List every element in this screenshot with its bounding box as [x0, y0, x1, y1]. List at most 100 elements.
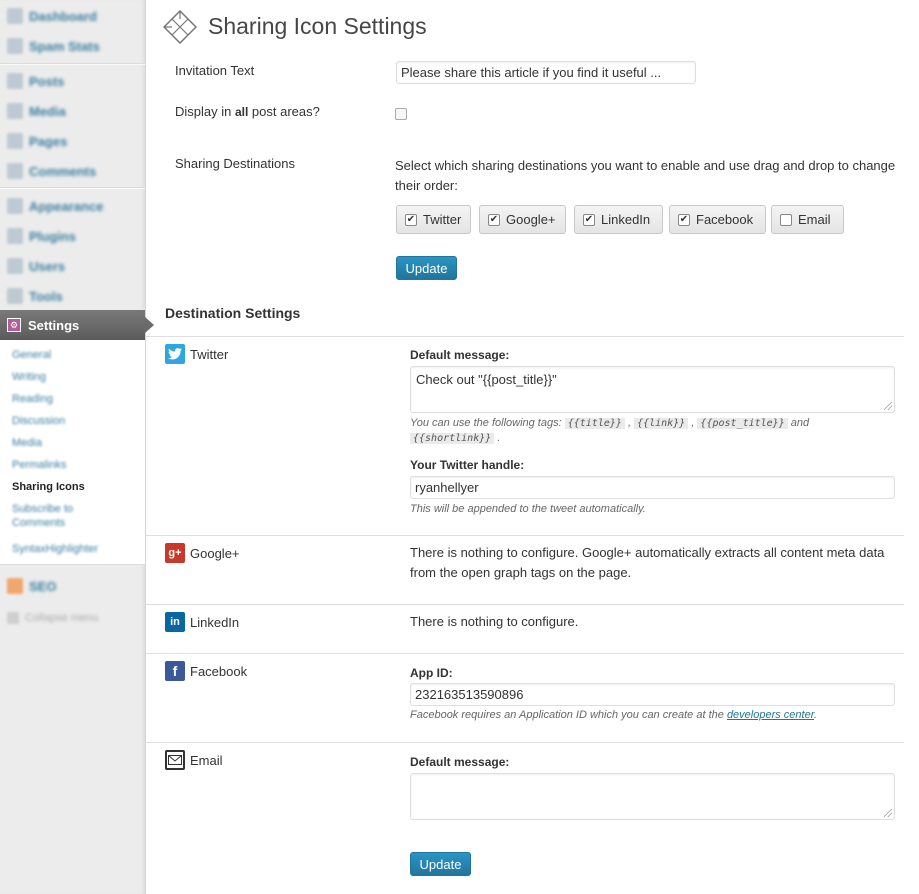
twitter-handle-input[interactable]	[410, 476, 895, 499]
twitter-handle-label: Your Twitter handle:	[410, 458, 525, 472]
menu-label: Users	[29, 258, 66, 274]
menu-item-comments[interactable]: Comments	[0, 156, 145, 186]
submenu-item-discussion[interactable]: Discussion	[12, 414, 65, 428]
destination-settings-heading: Destination Settings	[165, 305, 301, 321]
invitation-text-input[interactable]	[396, 61, 696, 84]
menu-separator	[0, 63, 145, 65]
pin-icon	[7, 73, 23, 89]
appearance-icon	[7, 198, 23, 214]
submenu-item-reading[interactable]: Reading	[12, 392, 53, 406]
destination-label: Google+	[506, 212, 556, 227]
menu-label: Dashboard	[29, 8, 97, 24]
divider	[146, 535, 904, 536]
divider	[146, 653, 904, 654]
destination-chip-facebook[interactable]: ✔ Facebook	[669, 205, 766, 234]
twitter-default-message-value: Check out "{{post_title}}"	[416, 372, 557, 387]
destination-checkbox-facebook[interactable]: ✔	[678, 213, 690, 226]
display-all-label-bold: all	[234, 105, 249, 119]
page-title: Sharing Icon Settings	[208, 13, 427, 39]
update-button-top[interactable]: Update	[396, 256, 457, 280]
menu-item-users[interactable]: Users	[0, 251, 145, 281]
comments-icon	[7, 163, 23, 179]
tags-and: and	[790, 417, 810, 429]
facebook-icon: f	[165, 661, 185, 681]
destination-checkbox-linkedin[interactable]: ✔	[583, 213, 595, 226]
menu-label: Spam Stats	[29, 38, 100, 54]
tag-code: {{post_title}}	[697, 418, 788, 429]
display-all-label: Display in all post areas?	[175, 104, 320, 119]
menu-item-plugins[interactable]: Plugins	[0, 221, 145, 251]
pages-icon	[7, 133, 23, 149]
menu-item-posts[interactable]: Posts	[0, 66, 145, 96]
destination-chip-googleplus[interactable]: ✔ Google+	[479, 205, 566, 234]
facebook-hint-text: Facebook requires an Application ID whic…	[410, 709, 727, 721]
submenu-item-subscribe-to-comments[interactable]: Subscribe to Comments	[12, 502, 92, 530]
menu-label: Posts	[29, 73, 65, 89]
email-icon	[165, 750, 185, 770]
linkedin-icon: in	[165, 612, 185, 632]
menu-item-spam-stats[interactable]: Spam Stats	[0, 31, 145, 61]
menu-item-settings[interactable]: ⚙ Settings	[0, 310, 154, 340]
googleplus-info: There is nothing to configure. Google+ a…	[410, 545, 885, 580]
service-linkedin: in LinkedIn	[165, 612, 239, 632]
submenu-item-sharing-icons[interactable]: Sharing Icons	[12, 480, 85, 494]
menu-item-appearance[interactable]: Appearance	[0, 191, 145, 221]
submenu-item-permalinks[interactable]: Permalinks	[12, 458, 66, 472]
service-facebook: f Facebook	[165, 661, 247, 681]
divider	[146, 604, 904, 605]
menu-item-dashboard[interactable]: Dashboard	[0, 1, 145, 31]
submenu-item-writing[interactable]: Writing	[12, 370, 46, 384]
media-icon	[7, 103, 23, 119]
tags-hint-text: You can use the following tags:	[410, 417, 565, 429]
googleplus-icon: g+	[165, 543, 185, 563]
display-all-label-post: post areas?	[248, 104, 320, 119]
email-default-message-textarea[interactable]	[410, 773, 895, 820]
destination-checkbox-email[interactable]	[780, 213, 792, 226]
tag-code: {{title}}	[564, 418, 625, 429]
menu-item-tools[interactable]: Tools	[0, 281, 145, 311]
destination-chip-twitter[interactable]: ✔ Twitter	[396, 205, 471, 234]
twitter-default-message-textarea[interactable]: Check out "{{post_title}}"	[410, 366, 895, 413]
destination-checkbox-twitter[interactable]: ✔	[405, 213, 417, 226]
menu-separator	[0, 187, 145, 189]
facebook-app-id-input[interactable]	[410, 683, 895, 706]
collapse-menu-button[interactable]: Collapse menu	[0, 603, 145, 633]
divider	[146, 742, 904, 743]
tag-code: {{shortlink}}	[410, 433, 495, 444]
settings-submenu: General Writing Reading Discussion Media…	[0, 340, 145, 565]
update-button-bottom[interactable]: Update	[410, 852, 471, 876]
email-default-message-label: Default message:	[410, 755, 510, 769]
menu-label: Plugins	[29, 228, 76, 244]
destination-chip-email[interactable]: Email	[771, 205, 844, 234]
menu-item-pages[interactable]: Pages	[0, 126, 145, 156]
display-all-checkbox[interactable]	[395, 108, 407, 120]
linkedin-info: There is nothing to configure.	[410, 614, 579, 629]
service-name: Twitter	[190, 346, 229, 362]
tools-icon	[7, 288, 23, 304]
submenu-item-syntaxhighlighter[interactable]: SyntaxHighlighter	[12, 542, 98, 556]
destination-checkbox-googleplus[interactable]: ✔	[488, 213, 500, 226]
resize-grip-icon[interactable]	[884, 809, 892, 817]
developers-center-link[interactable]: developers center	[727, 709, 814, 721]
resize-grip-icon[interactable]	[884, 402, 892, 410]
facebook-app-id-hint: Facebook requires an Application ID whic…	[410, 708, 817, 723]
menu-label: Settings	[28, 317, 80, 333]
invitation-text-label: Invitation Text	[175, 63, 255, 78]
plugin-icon	[7, 228, 23, 244]
menu-label: Appearance	[29, 198, 104, 214]
menu-item-seo[interactable]: SEO	[0, 571, 145, 601]
twitter-handle-hint: This will be appended to the tweet autom…	[410, 503, 646, 515]
service-name: Facebook	[190, 663, 248, 679]
main-content: Sharing Icon Settings Invitation Text Di…	[146, 0, 919, 894]
service-name: LinkedIn	[190, 614, 240, 630]
submenu-item-media[interactable]: Media	[12, 436, 42, 450]
twitter-icon	[165, 344, 185, 364]
destination-chip-linkedin[interactable]: ✔ LinkedIn	[574, 205, 663, 234]
twitter-default-message-label: Default message:	[410, 348, 510, 362]
menu-item-media[interactable]: Media	[0, 96, 145, 126]
divider	[146, 336, 904, 337]
settings-icon: ⚙	[7, 318, 21, 332]
destination-label: Email	[798, 212, 831, 227]
service-name: Email	[190, 752, 223, 768]
submenu-item-general[interactable]: General	[12, 348, 51, 362]
